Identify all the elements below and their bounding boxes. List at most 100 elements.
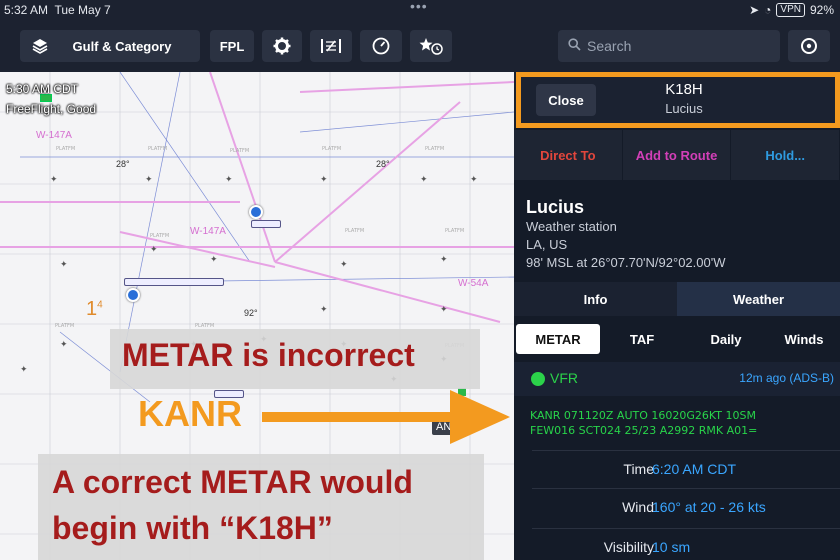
status-bar: 5:32 AM Tue May 7 ••• ➤ ◔ VPN 92%: [0, 0, 840, 22]
report-age: 12m ago (ADS-B): [739, 371, 834, 385]
svg-text:✦: ✦: [470, 175, 478, 185]
metar-line: KANR 071120Z AUTO 16020G26KT 10SM: [530, 409, 756, 422]
flight-category: VFR: [550, 370, 578, 386]
gauge-icon: [372, 37, 390, 55]
station-id: K18H: [665, 81, 703, 98]
wx-label: Wind: [622, 499, 654, 515]
svg-text:✦: ✦: [340, 260, 348, 270]
tab-metar[interactable]: METAR: [516, 324, 600, 354]
wx-row-visibility: Visibility 10 sm: [532, 528, 840, 560]
airspace-label: W-147A: [36, 130, 72, 141]
waypoint-marker[interactable]: [126, 288, 140, 302]
station-name: Lucius: [526, 197, 585, 217]
tab-daily[interactable]: Daily: [684, 324, 768, 354]
annotation-text: begin with “K18H”: [52, 510, 333, 546]
altitude-label: 28°: [376, 159, 390, 169]
svg-text:PLATFM: PLATFM: [55, 323, 74, 329]
close-button[interactable]: Close: [536, 84, 596, 116]
svg-text:✦: ✦: [50, 175, 58, 185]
gauge-button[interactable]: [360, 30, 402, 62]
annotation-kanr: KANR: [138, 393, 242, 434]
tab-taf[interactable]: TAF: [600, 324, 684, 354]
wx-label: Time: [623, 461, 654, 477]
svg-text:✦: ✦: [320, 175, 328, 185]
waypoint-marker[interactable]: [249, 205, 263, 219]
star-clock-icon: [419, 37, 443, 55]
add-to-route-button[interactable]: Add to Route: [623, 130, 732, 180]
svg-text:✦: ✦: [145, 175, 153, 185]
tab-winds[interactable]: Winds: [768, 324, 840, 354]
orange-map-marker: 14: [86, 298, 103, 320]
airspace-label: W-54A: [458, 278, 489, 289]
wx-value: 160° at 20 - 26 kts: [652, 499, 766, 515]
station-panel: Close K18H Lucius Direct To Add to Route…: [514, 72, 840, 560]
multitask-dots[interactable]: •••: [410, 0, 428, 14]
svg-text:PLATFM: PLATFM: [322, 146, 341, 152]
altitude-label: 92°: [244, 308, 258, 318]
vpn-badge: VPN: [776, 3, 805, 17]
layers-icon: [32, 38, 48, 54]
recenter-icon: [800, 37, 818, 55]
altitude-label: 28°: [116, 159, 130, 169]
wx-value: 10 sm: [652, 539, 691, 555]
layers-label: Gulf & Category: [72, 38, 172, 54]
flight-status-overlay: FreeFlight, Good: [6, 102, 97, 116]
tab-weather[interactable]: Weather: [677, 282, 840, 316]
svg-text:PLATFM: PLATFM: [148, 146, 167, 152]
wx-row-time: Time 6:20 AM CDT: [532, 450, 840, 488]
status-icons: ➤ ◔ VPN 92%: [749, 3, 834, 17]
direct-to-button[interactable]: Direct To: [514, 130, 623, 180]
station-subtitle: Lucius: [665, 101, 703, 116]
weather-tabs: METAR TAF Daily Winds: [514, 322, 840, 356]
svg-text:✦: ✦: [440, 255, 448, 265]
svg-text:✦: ✦: [225, 175, 233, 185]
status-time: 5:32 AM Tue May 7: [4, 3, 111, 17]
airspace-icon: [320, 38, 342, 54]
metar-line: FEW016 SCT024 25/23 A2992 RMK A01=: [530, 424, 758, 437]
search-field[interactable]: Search: [558, 30, 780, 62]
svg-text:✦: ✦: [420, 175, 428, 185]
battery-percent: 92%: [809, 3, 834, 17]
panel-header: Close K18H Lucius: [514, 72, 840, 128]
svg-text:PLATFM: PLATFM: [345, 228, 364, 234]
wx-row-wind: Wind 160° at 20 - 26 kts: [532, 488, 840, 526]
toolbar: Gulf & Category FPL Search: [0, 22, 840, 72]
airspace-label: W-147A: [190, 226, 226, 237]
vfr-status-icon: [531, 372, 545, 386]
hold-button[interactable]: Hold...: [731, 130, 840, 180]
action-bar: Direct To Add to Route Hold...: [514, 130, 840, 180]
search-placeholder: Search: [587, 38, 632, 54]
wifi-icon: ◔: [764, 3, 772, 17]
annotation-text: METAR is incorrect: [122, 337, 415, 373]
favorites-button[interactable]: [410, 30, 452, 62]
svg-text:PLATFM: PLATFM: [425, 146, 444, 152]
waypoint-tag: [124, 278, 224, 286]
panel-tabs: Info Weather: [514, 282, 840, 316]
station-elevation: 98' MSL at 26°07.70'N/92°02.00'W: [526, 255, 726, 270]
search-icon: [568, 38, 581, 54]
metar-raw-text: KANR 071120Z AUTO 16020G26KT 10SM FEW016…: [530, 408, 835, 438]
svg-text:✦: ✦: [150, 245, 158, 255]
airspace-button[interactable]: [310, 30, 352, 62]
annotation-text: A correct METAR would: [52, 464, 413, 500]
svg-text:✦: ✦: [60, 260, 68, 270]
svg-text:✦: ✦: [320, 305, 328, 315]
svg-text:PLATFM: PLATFM: [150, 233, 169, 239]
annotation-note-incorrect: METAR is incorrect: [110, 329, 480, 389]
wx-label: Visibility: [603, 539, 654, 555]
svg-text:✦: ✦: [210, 255, 218, 265]
annotation-note-correct: A correct METAR would begin with “K18H”: [38, 454, 484, 560]
svg-text:PLATFM: PLATFM: [230, 148, 249, 154]
svg-text:✦: ✦: [20, 365, 28, 375]
annotation-arrow: [262, 390, 510, 444]
fpl-button[interactable]: FPL: [210, 30, 254, 62]
recenter-button[interactable]: [788, 30, 830, 62]
gear-icon: [273, 37, 291, 55]
settings-button[interactable]: [262, 30, 302, 62]
tab-info[interactable]: Info: [514, 282, 677, 316]
wx-value: 6:20 AM CDT: [652, 461, 737, 477]
station-type: Weather station: [526, 219, 617, 234]
svg-text:PLATFM: PLATFM: [56, 146, 75, 152]
map-layers-button[interactable]: Gulf & Category: [20, 30, 200, 62]
svg-text:✦: ✦: [60, 340, 68, 350]
